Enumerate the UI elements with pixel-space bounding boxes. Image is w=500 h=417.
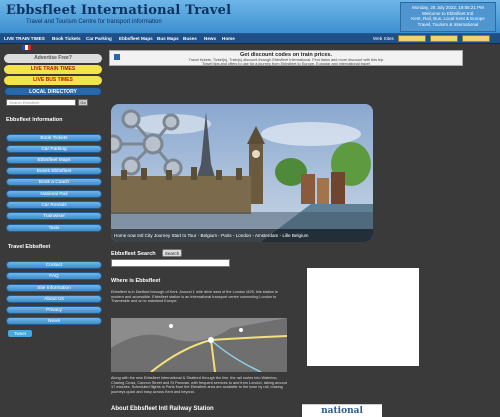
menu-item[interactable]: Privacy (6, 306, 102, 314)
menu-item[interactable]: Book Tickets (6, 134, 102, 142)
lang-button[interactable] (430, 35, 458, 42)
nav-bus-maps[interactable]: Bus Maps (157, 36, 179, 41)
advert-box[interactable] (307, 268, 419, 366)
nav-buses[interactable]: Buses (183, 36, 197, 41)
site-header: Ebbsfleet International Travel Travel an… (0, 0, 500, 34)
menu-item[interactable]: National Rail (6, 190, 102, 198)
notice-icon (114, 54, 120, 60)
cities-collage-image (111, 104, 373, 242)
info-date: Monday, 25 July 2022, 19:55:21 PM (412, 5, 484, 10)
menu-item[interactable]: News (6, 317, 102, 325)
main-navbar: LIVE TRAIN TIMES Book Tickets Car Parkin… (0, 34, 500, 44)
menu-item[interactable]: Trainwiser (6, 212, 102, 220)
travel-heading: Travel Ebbsfleet (8, 244, 51, 250)
discount-notice[interactable]: Get discount codes on train prices. Trav… (109, 50, 463, 66)
ebbsfleet-route-map (111, 318, 287, 372)
menu-item[interactable]: FAQ (6, 272, 102, 280)
ebbsfleet-search-input[interactable] (111, 259, 230, 267)
live-train-times-button[interactable]: LIVE TRAIN TIMES (4, 65, 102, 74)
menu-item[interactable]: Book a Coach (6, 178, 102, 186)
european-cities-photo (111, 104, 373, 242)
site-tagline: Travel and Tourism Centre for transport … (26, 19, 162, 25)
menu-item[interactable]: Car Parking (6, 145, 102, 153)
article-body: Along with the new Ebbsfleet Internation… (111, 376, 287, 394)
menu-item[interactable]: Taxis (6, 224, 102, 232)
article-intro: Ebbsfleet is in Dartford borough of Kent… (111, 290, 278, 304)
info-line: Travel, Tourism & International (417, 21, 479, 27)
ebbsfleet-search-label: Ebbsfleet Search (111, 251, 156, 257)
sidebar-search-button[interactable]: Go (78, 99, 88, 106)
about-heading: About Ebbsfleet Intl Railway Station (111, 406, 214, 412)
photo-caption[interactable]: Home now Intl City Journey Start to Tour… (114, 233, 370, 238)
where-is-heading: Where is Ebbsfleet (111, 278, 161, 284)
menu-item[interactable]: About Us (6, 295, 102, 303)
menu-item[interactable]: Site Information (6, 284, 102, 292)
tweet-button[interactable]: Tweet (8, 330, 32, 337)
notice-text: Travel tips and offers to use for a jour… (202, 62, 370, 67)
nav-book-tickets[interactable]: Book Tickets (52, 36, 81, 41)
menu-item[interactable]: Car Rentals (6, 201, 102, 209)
menu-item[interactable]: Ebbsfleet Maps (6, 156, 102, 164)
info-panel: Monday, 25 July 2022, 19:55:21 PM Welcom… (400, 2, 496, 32)
info-heading: Ebbsfleet Information (6, 117, 63, 123)
menu-item[interactable]: Buses Ebbsfleet (6, 167, 102, 175)
advertise-button[interactable]: Advertise Free? (4, 54, 102, 63)
nav-ebbsfleet-maps[interactable]: Ebbsfleet Maps (119, 36, 153, 41)
nav-news[interactable]: News (204, 36, 216, 41)
site-title[interactable]: Ebbsfleet International Travel (6, 3, 231, 18)
menu-item[interactable]: Contact (6, 261, 102, 269)
nav-websites-label: Web Sites (373, 36, 394, 41)
info-line: Kent, Rail, Bus, Local Kent & Europe (411, 16, 485, 21)
route-map-image (111, 318, 287, 372)
nav-live-train-times[interactable]: LIVE TRAIN TIMES (4, 36, 45, 41)
ebbsfleet-search-button[interactable]: Search (162, 249, 182, 257)
live-bus-times-button[interactable]: LIVE BUS TIMES (4, 76, 102, 85)
nav-car-parking[interactable]: Car Parking (86, 36, 112, 41)
lang-button[interactable] (462, 35, 490, 42)
french-flag-icon[interactable] (22, 45, 31, 50)
sidebar-search-input[interactable]: Search Ebbsfleet (6, 99, 76, 106)
national-logo[interactable]: national (302, 404, 382, 417)
local-directory-button[interactable]: LOCAL DIRECTORY (4, 87, 102, 96)
lang-button[interactable] (398, 35, 426, 42)
nav-home[interactable]: Home (222, 36, 235, 41)
